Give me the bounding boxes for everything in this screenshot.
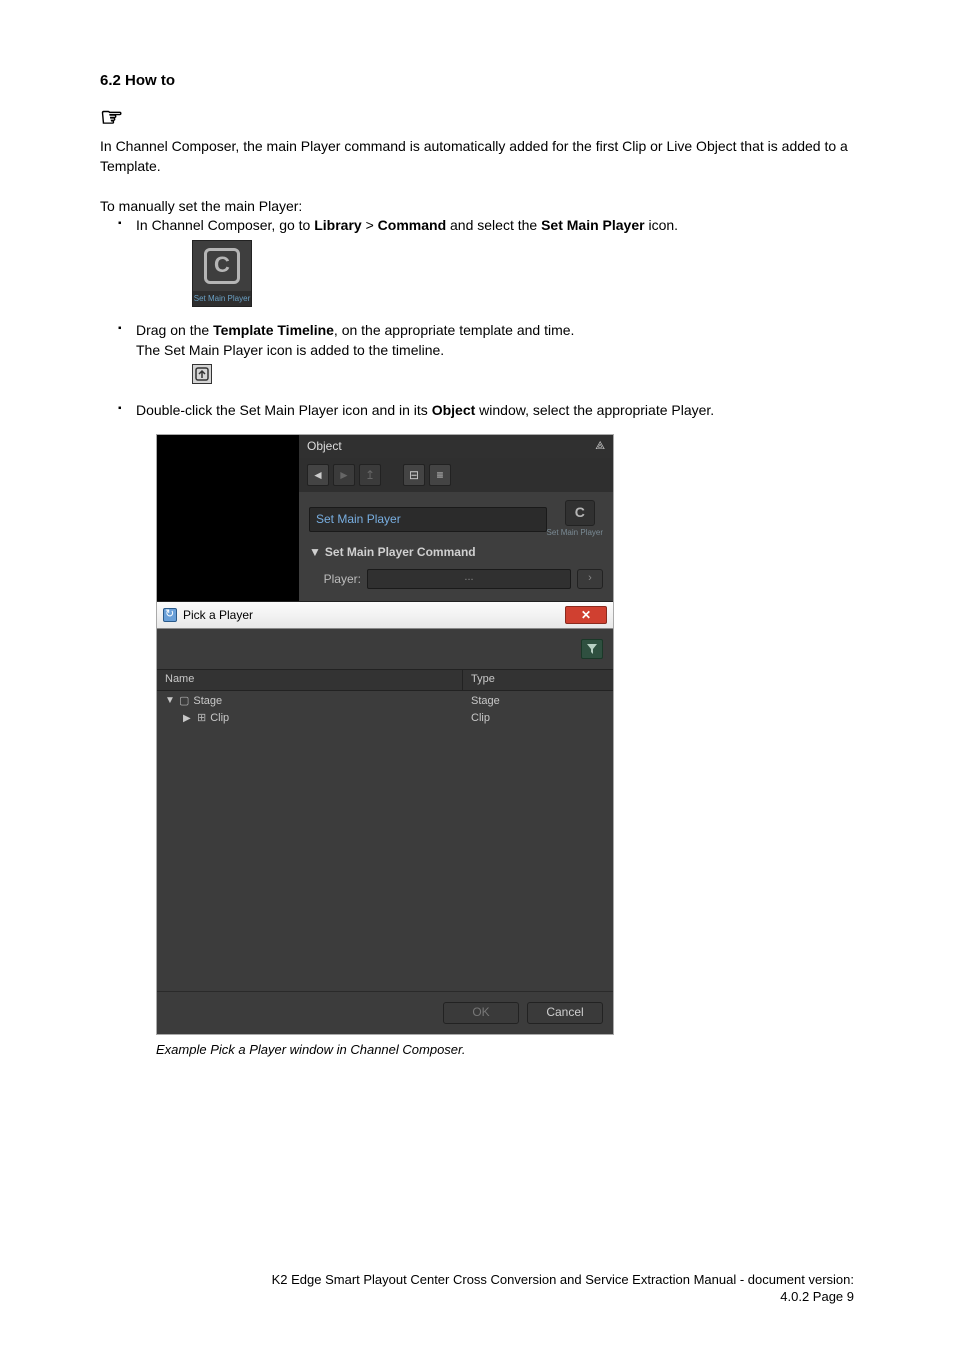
column-header-name[interactable]: Name bbox=[157, 670, 463, 689]
page-footer: K2 Edge Smart Playout Center Cross Conve… bbox=[100, 1271, 854, 1306]
filter-button[interactable] bbox=[581, 639, 603, 659]
object-thumbnail-label: Set Main Player bbox=[547, 527, 603, 538]
bullet-library-command: In Channel Composer, go to Library > Com… bbox=[136, 216, 854, 307]
manual-lead: To manually set the main Player: bbox=[100, 197, 854, 217]
nav-forward-button[interactable]: ► bbox=[333, 464, 355, 486]
object-thumbnail-icon: C bbox=[565, 500, 595, 526]
set-main-player-library-icon: C Set Main Player bbox=[192, 240, 252, 307]
ok-button[interactable]: OK bbox=[443, 1002, 519, 1024]
object-name-input[interactable]: Set Main Player bbox=[309, 507, 547, 532]
intro-paragraph: In Channel Composer, the main Player com… bbox=[100, 137, 854, 176]
node-type: Stage bbox=[463, 694, 613, 709]
chevron-down-icon: ▼ bbox=[309, 544, 321, 561]
caret-icon[interactable]: ▶ bbox=[183, 712, 193, 726]
note-hand-icon: ☞ bbox=[100, 99, 854, 135]
section-heading: 6.2 How to bbox=[100, 70, 854, 91]
dialog-title: Pick a Player bbox=[183, 607, 253, 624]
nav-up-button[interactable]: ↥ bbox=[359, 464, 381, 486]
pick-a-player-dialog: Pick a Player ✕ Name Type ▼▢StageStage▶⊞… bbox=[157, 601, 613, 1033]
pin-icon[interactable]: ⟁ bbox=[595, 439, 605, 454]
node-icon: ▢ bbox=[179, 694, 189, 709]
list-view-button[interactable]: ≡ bbox=[429, 464, 451, 486]
node-icon: ⊞ bbox=[197, 711, 206, 726]
node-label: Clip bbox=[210, 711, 229, 726]
object-toolbar: ◄ ► ↥ ⊟ ≡ bbox=[299, 458, 613, 492]
c-glyph-icon: C bbox=[204, 248, 240, 284]
timeline-smp-icon bbox=[192, 364, 212, 384]
bullet-drag-timeline: Drag on the Template Timeline, on the ap… bbox=[136, 321, 854, 387]
smp-icon-label: Set Main Player bbox=[193, 291, 251, 306]
section-toggle[interactable]: ▼ Set Main Player Command bbox=[309, 544, 603, 561]
tree-row[interactable]: ▶ ⊞ Clip Clip bbox=[157, 710, 613, 727]
cancel-button[interactable]: Cancel bbox=[527, 1002, 603, 1024]
bullet-double-click: Double-click the Set Main Player icon an… bbox=[136, 401, 854, 421]
column-header-type[interactable]: Type bbox=[463, 670, 613, 689]
close-button[interactable]: ✕ bbox=[565, 606, 607, 624]
object-panel-title: Object bbox=[307, 438, 342, 455]
dialog-app-icon bbox=[163, 608, 177, 622]
collapse-all-button[interactable]: ⊟ bbox=[403, 464, 425, 486]
caret-icon[interactable]: ▼ bbox=[165, 694, 175, 708]
tree-row[interactable]: ▼ ▢ Stage Stage bbox=[157, 693, 613, 710]
nav-back-button[interactable]: ◄ bbox=[307, 464, 329, 486]
player-prop-browse-button[interactable]: › bbox=[577, 569, 603, 589]
figure-caption: Example Pick a Player window in Channel … bbox=[156, 1041, 854, 1059]
node-type: Clip bbox=[463, 711, 613, 726]
player-prop-input[interactable]: ... bbox=[367, 569, 571, 589]
player-prop-label: Player: bbox=[309, 571, 361, 588]
screenshot-figure: Object ⟁ ◄ ► ↥ ⊟ ≡ Set Main Player C bbox=[156, 434, 614, 1034]
node-label: Stage bbox=[193, 694, 222, 709]
tree-body: ▼▢StageStage▶⊞ClipClip bbox=[157, 691, 613, 991]
